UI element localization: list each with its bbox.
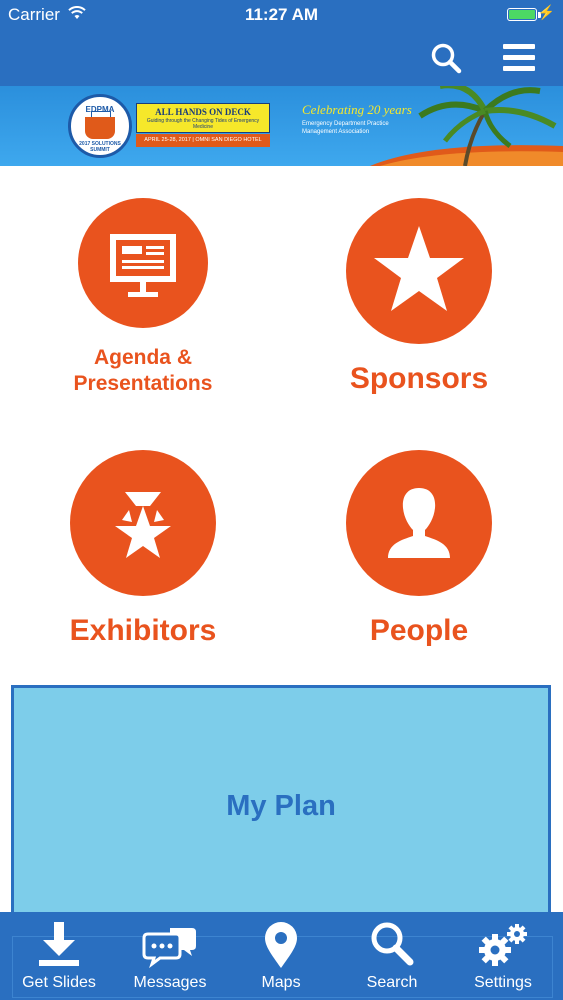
agenda-circle bbox=[78, 198, 208, 328]
person-icon bbox=[388, 488, 450, 558]
agenda-label-line1: Agenda & bbox=[93, 346, 192, 369]
tab-settings[interactable]: Settings bbox=[447, 912, 559, 1000]
tab-label: Maps bbox=[261, 974, 301, 991]
hamburger-menu-icon[interactable] bbox=[498, 38, 540, 78]
people-circle bbox=[346, 450, 492, 596]
search-icon bbox=[371, 922, 414, 966]
tab-label: Settings bbox=[474, 974, 532, 991]
tab-bar: Get Slides Messages Maps Search Settings bbox=[0, 912, 563, 1000]
my-plan-panel[interactable]: My Plan bbox=[11, 685, 551, 925]
tab-label: Messages bbox=[133, 974, 207, 991]
tile-exhibitors[interactable]: Exhibitors bbox=[40, 448, 246, 658]
palm-tree-image bbox=[370, 86, 563, 166]
search-icon[interactable] bbox=[426, 38, 466, 78]
banner-headline: ALL HANDS ON DECK bbox=[155, 107, 251, 117]
tile-agenda[interactable]: Agenda & Presentations bbox=[40, 196, 246, 406]
banner-subline: Guiding through the Changing Tides of Em… bbox=[146, 118, 260, 130]
exhibitors-circle bbox=[70, 450, 216, 596]
tile-people[interactable]: People bbox=[316, 448, 522, 658]
download-icon bbox=[39, 922, 79, 966]
tab-label: Search bbox=[366, 974, 418, 991]
seal-bottom-text: 2017 SOLUTIONS SUMMIT bbox=[79, 141, 121, 153]
status-time: 11:27 AM bbox=[244, 5, 319, 24]
battery-icon bbox=[507, 8, 537, 21]
ship-hull bbox=[85, 117, 115, 139]
event-seal-logo: EDPMA 2017 SOLUTIONS SUMMIT bbox=[68, 94, 132, 158]
chat-bubbles-icon bbox=[142, 928, 196, 969]
status-bar: Carrier 11:27 AM ⚡ bbox=[0, 0, 563, 30]
charging-icon: ⚡ bbox=[537, 4, 555, 20]
nav-bar bbox=[0, 30, 563, 86]
tile-sponsors[interactable]: Sponsors bbox=[316, 196, 522, 406]
sponsors-label: Sponsors bbox=[349, 362, 489, 395]
agenda-label-line2: Presentations bbox=[73, 372, 213, 395]
tab-messages[interactable]: Messages bbox=[114, 912, 226, 1000]
exhibitors-label: Exhibitors bbox=[69, 614, 217, 647]
my-plan-label: My Plan bbox=[226, 790, 336, 822]
ribbon-star-icon bbox=[115, 492, 171, 558]
event-banner[interactable]: EDPMA 2017 SOLUTIONS SUMMIT ALL HANDS ON… bbox=[0, 86, 563, 166]
people-label: People bbox=[369, 614, 469, 647]
star-icon bbox=[374, 226, 464, 311]
sponsors-circle bbox=[346, 198, 492, 344]
tab-search[interactable]: Search bbox=[336, 912, 448, 1000]
presentation-board-icon bbox=[110, 234, 176, 297]
tab-maps[interactable]: Maps bbox=[225, 912, 337, 1000]
tab-label: Get Slides bbox=[22, 974, 96, 991]
banner-headline-box: ALL HANDS ON DECK Guiding through the Ch… bbox=[136, 103, 270, 133]
gears-icon bbox=[479, 924, 527, 966]
map-pin-icon bbox=[265, 922, 297, 968]
banner-dates: APRIL 25-28, 2017 | OMNI SAN DIEGO HOTEL bbox=[136, 134, 270, 147]
tab-get-slides[interactable]: Get Slides bbox=[3, 912, 115, 1000]
